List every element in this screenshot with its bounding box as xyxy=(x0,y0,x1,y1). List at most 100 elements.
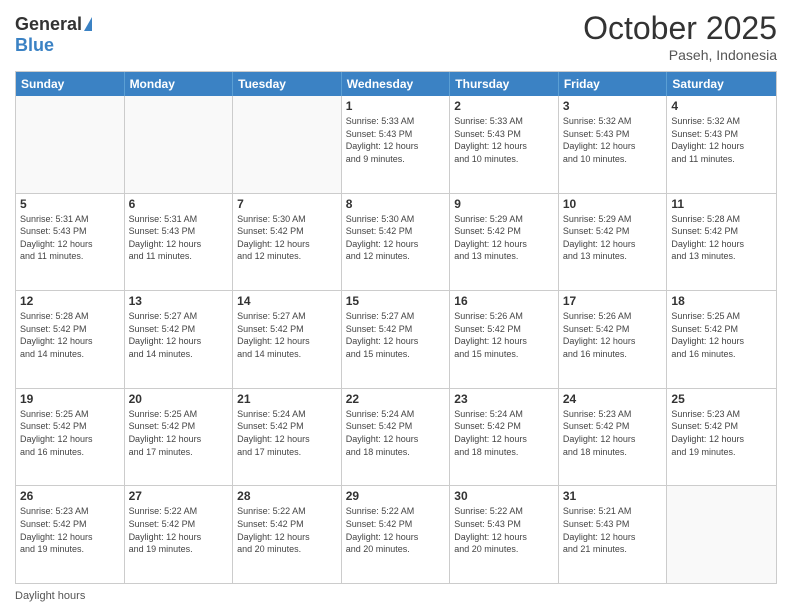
calendar-row: 5 Sunrise: 5:31 AM Sunset: 5:43 PM Daylig… xyxy=(16,193,776,291)
calendar-cell: 2Sunrise: 5:33 AM Sunset: 5:43 PM Daylig… xyxy=(450,96,559,193)
logo: General Blue xyxy=(15,14,92,56)
day-info: Sunrise: 5:32 AM Sunset: 5:43 PM Dayligh… xyxy=(563,115,663,165)
calendar-cell: 18Sunrise: 5:25 AM Sunset: 5:42 PM Dayli… xyxy=(667,291,776,388)
calendar-cell: 25Sunrise: 5:23 AM Sunset: 5:42 PM Dayli… xyxy=(667,389,776,486)
day-number: 29 xyxy=(346,489,446,503)
calendar-cell: 28 Sunrise: 5:22 AM Sunset: 5:42 PM Dayli… xyxy=(233,486,342,583)
calendar-cell: 7 Sunrise: 5:30 AM Sunset: 5:42 PM Daylig… xyxy=(233,194,342,291)
day-info: Sunrise: 5:28 AM Sunset: 5:42 PM Dayligh… xyxy=(671,213,772,263)
day-number: 7 xyxy=(237,197,337,211)
day-info: Sunrise: 5:28 AM Sunset: 5:42 PM Dayligh… xyxy=(20,310,120,360)
calendar-cell: 12 Sunrise: 5:28 AM Sunset: 5:42 PM Dayli… xyxy=(16,291,125,388)
calendar-cell: 19 Sunrise: 5:25 AM Sunset: 5:42 PM Dayli… xyxy=(16,389,125,486)
footer: Daylight hours xyxy=(15,590,777,602)
calendar: SundayMondayTuesdayWednesdayThursdayFrid… xyxy=(15,71,777,584)
calendar-row: 26 Sunrise: 5:23 AM Sunset: 5:42 PM Dayli… xyxy=(16,485,776,583)
day-info: Sunrise: 5:24 AM Sunset: 5:42 PM Dayligh… xyxy=(237,408,337,458)
calendar-cell: 11Sunrise: 5:28 AM Sunset: 5:42 PM Dayli… xyxy=(667,194,776,291)
calendar-cell xyxy=(233,96,342,193)
calendar-cell: 4 Sunrise: 5:32 AM Sunset: 5:43 PM Daylig… xyxy=(667,96,776,193)
day-number: 31 xyxy=(563,489,663,503)
calendar-cell: 10Sunrise: 5:29 AM Sunset: 5:42 PM Dayli… xyxy=(559,194,668,291)
logo-triangle-icon xyxy=(84,17,92,31)
day-info: Sunrise: 5:22 AM Sunset: 5:42 PM Dayligh… xyxy=(346,505,446,555)
calendar-cell: 5 Sunrise: 5:31 AM Sunset: 5:43 PM Daylig… xyxy=(16,194,125,291)
calendar-header-cell: Friday xyxy=(559,72,668,96)
calendar-cell: 16Sunrise: 5:26 AM Sunset: 5:42 PM Dayli… xyxy=(450,291,559,388)
day-number: 1 xyxy=(346,99,446,113)
day-number: 28 xyxy=(237,489,337,503)
calendar-cell: 6Sunrise: 5:31 AM Sunset: 5:43 PM Daylig… xyxy=(125,194,234,291)
day-number: 12 xyxy=(20,294,120,308)
calendar-cell xyxy=(16,96,125,193)
day-info: Sunrise: 5:22 AM Sunset: 5:43 PM Dayligh… xyxy=(454,505,554,555)
day-number: 8 xyxy=(346,197,446,211)
day-info: Sunrise: 5:22 AM Sunset: 5:42 PM Dayligh… xyxy=(237,505,337,555)
day-number: 5 xyxy=(20,197,120,211)
day-info: Sunrise: 5:29 AM Sunset: 5:42 PM Dayligh… xyxy=(454,213,554,263)
calendar-header-cell: Wednesday xyxy=(342,72,451,96)
day-number: 16 xyxy=(454,294,554,308)
day-info: Sunrise: 5:24 AM Sunset: 5:42 PM Dayligh… xyxy=(454,408,554,458)
day-number: 2 xyxy=(454,99,554,113)
calendar-row: 19 Sunrise: 5:25 AM Sunset: 5:42 PM Dayli… xyxy=(16,388,776,486)
day-info: Sunrise: 5:26 AM Sunset: 5:42 PM Dayligh… xyxy=(563,310,663,360)
day-info: Sunrise: 5:22 AM Sunset: 5:42 PM Dayligh… xyxy=(129,505,229,555)
daylight-hours-label: Daylight hours xyxy=(15,590,85,602)
day-info: Sunrise: 5:31 AM Sunset: 5:43 PM Dayligh… xyxy=(129,213,229,263)
calendar-header-cell: Monday xyxy=(125,72,234,96)
day-info: Sunrise: 5:31 AM Sunset: 5:43 PM Dayligh… xyxy=(20,213,120,263)
day-number: 13 xyxy=(129,294,229,308)
calendar-body: 1 Sunrise: 5:33 AM Sunset: 5:43 PM Daylig… xyxy=(16,96,776,583)
header: General Blue October 2025 Paseh, Indones… xyxy=(15,10,777,63)
day-number: 22 xyxy=(346,392,446,406)
calendar-header-cell: Thursday xyxy=(450,72,559,96)
day-number: 25 xyxy=(671,392,772,406)
day-info: Sunrise: 5:21 AM Sunset: 5:43 PM Dayligh… xyxy=(563,505,663,555)
calendar-row: 12 Sunrise: 5:28 AM Sunset: 5:42 PM Dayli… xyxy=(16,290,776,388)
day-number: 19 xyxy=(20,392,120,406)
day-info: Sunrise: 5:33 AM Sunset: 5:43 PM Dayligh… xyxy=(346,115,446,165)
calendar-header: SundayMondayTuesdayWednesdayThursdayFrid… xyxy=(16,72,776,96)
calendar-cell: 24 Sunrise: 5:23 AM Sunset: 5:42 PM Dayli… xyxy=(559,389,668,486)
logo-general-text: General xyxy=(15,14,82,35)
day-info: Sunrise: 5:23 AM Sunset: 5:42 PM Dayligh… xyxy=(20,505,120,555)
day-info: Sunrise: 5:30 AM Sunset: 5:42 PM Dayligh… xyxy=(237,213,337,263)
calendar-header-cell: Sunday xyxy=(16,72,125,96)
location-subtitle: Paseh, Indonesia xyxy=(583,47,777,63)
day-number: 17 xyxy=(563,294,663,308)
day-info: Sunrise: 5:27 AM Sunset: 5:42 PM Dayligh… xyxy=(346,310,446,360)
day-info: Sunrise: 5:32 AM Sunset: 5:43 PM Dayligh… xyxy=(671,115,772,165)
day-number: 30 xyxy=(454,489,554,503)
day-number: 9 xyxy=(454,197,554,211)
day-info: Sunrise: 5:25 AM Sunset: 5:42 PM Dayligh… xyxy=(129,408,229,458)
calendar-cell: 23Sunrise: 5:24 AM Sunset: 5:42 PM Dayli… xyxy=(450,389,559,486)
calendar-cell: 21 Sunrise: 5:24 AM Sunset: 5:42 PM Dayli… xyxy=(233,389,342,486)
calendar-cell xyxy=(667,486,776,583)
day-number: 15 xyxy=(346,294,446,308)
day-number: 21 xyxy=(237,392,337,406)
day-info: Sunrise: 5:23 AM Sunset: 5:42 PM Dayligh… xyxy=(563,408,663,458)
day-number: 26 xyxy=(20,489,120,503)
calendar-header-cell: Tuesday xyxy=(233,72,342,96)
calendar-cell xyxy=(125,96,234,193)
day-info: Sunrise: 5:24 AM Sunset: 5:42 PM Dayligh… xyxy=(346,408,446,458)
day-number: 24 xyxy=(563,392,663,406)
day-number: 14 xyxy=(237,294,337,308)
calendar-row: 1 Sunrise: 5:33 AM Sunset: 5:43 PM Daylig… xyxy=(16,96,776,193)
day-number: 27 xyxy=(129,489,229,503)
calendar-cell: 26 Sunrise: 5:23 AM Sunset: 5:42 PM Dayli… xyxy=(16,486,125,583)
title-block: October 2025 Paseh, Indonesia xyxy=(583,10,777,63)
calendar-cell: 13 Sunrise: 5:27 AM Sunset: 5:42 PM Dayli… xyxy=(125,291,234,388)
calendar-cell: 3 Sunrise: 5:32 AM Sunset: 5:43 PM Daylig… xyxy=(559,96,668,193)
day-info: Sunrise: 5:29 AM Sunset: 5:42 PM Dayligh… xyxy=(563,213,663,263)
calendar-cell: 17 Sunrise: 5:26 AM Sunset: 5:42 PM Dayli… xyxy=(559,291,668,388)
day-number: 4 xyxy=(671,99,772,113)
calendar-cell: 31 Sunrise: 5:21 AM Sunset: 5:43 PM Dayli… xyxy=(559,486,668,583)
month-title: October 2025 xyxy=(583,10,777,47)
calendar-cell: 8Sunrise: 5:30 AM Sunset: 5:42 PM Daylig… xyxy=(342,194,451,291)
day-info: Sunrise: 5:27 AM Sunset: 5:42 PM Dayligh… xyxy=(129,310,229,360)
day-info: Sunrise: 5:25 AM Sunset: 5:42 PM Dayligh… xyxy=(20,408,120,458)
day-number: 3 xyxy=(563,99,663,113)
day-info: Sunrise: 5:25 AM Sunset: 5:42 PM Dayligh… xyxy=(671,310,772,360)
